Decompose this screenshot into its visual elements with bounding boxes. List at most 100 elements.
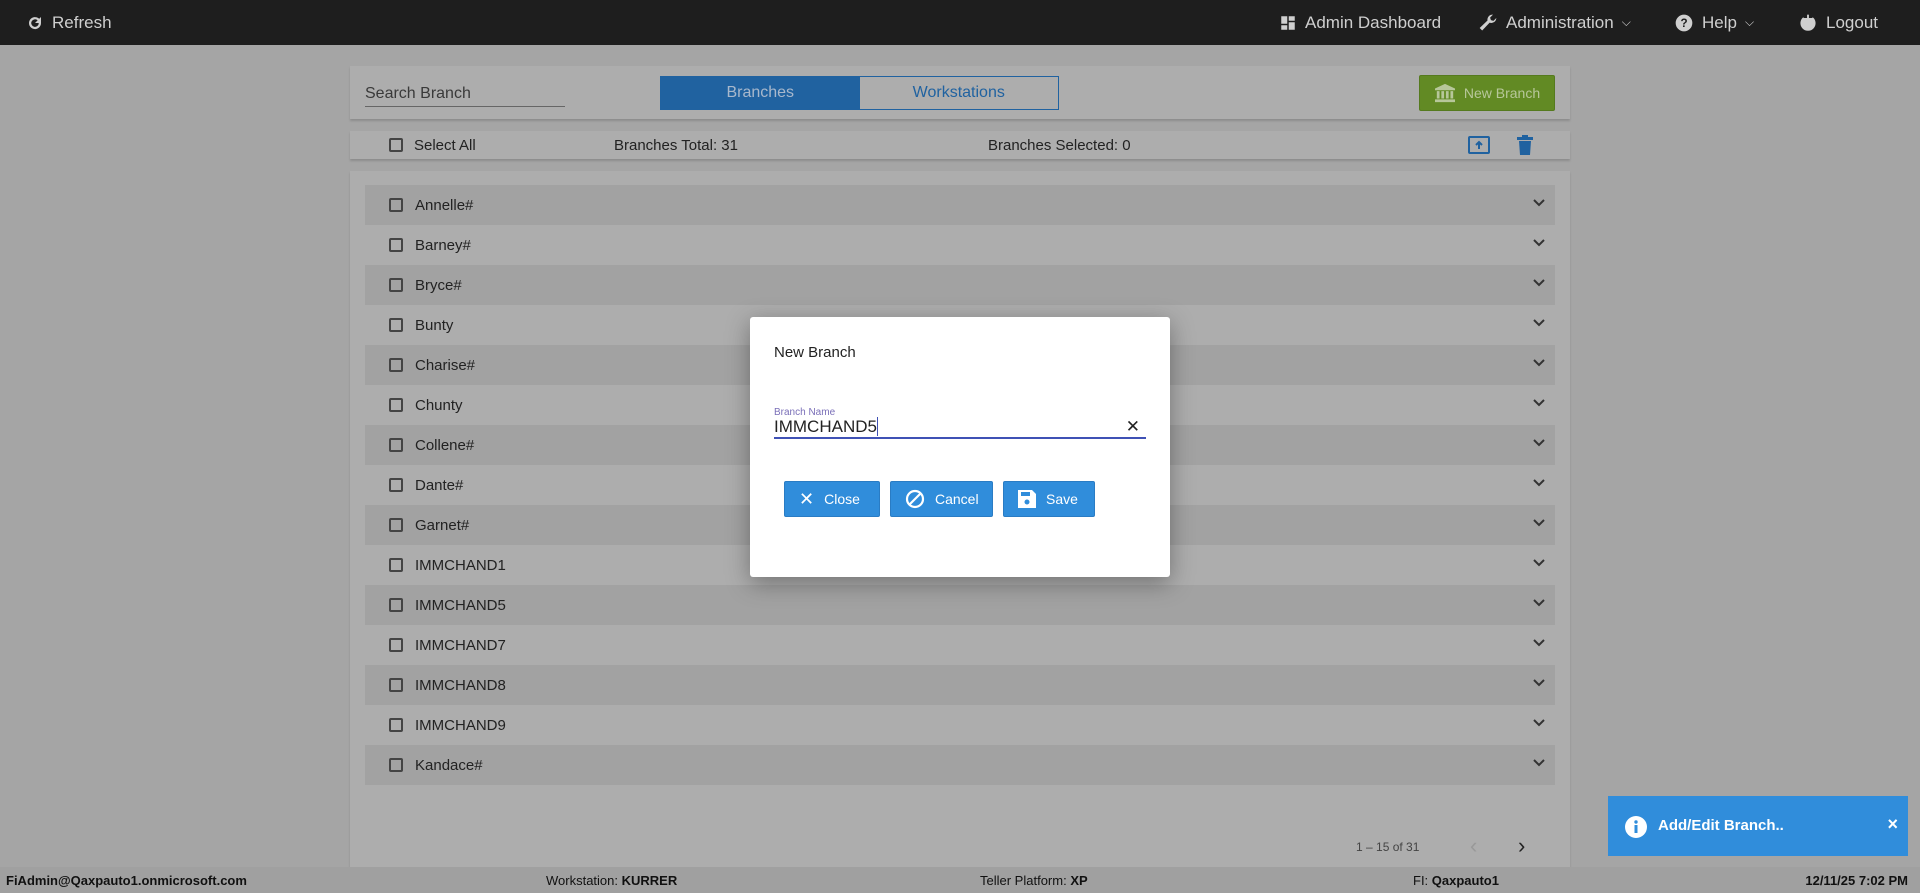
toast-message: Add/Edit Branch.. (1658, 817, 1784, 834)
chevron-down-icon[interactable] (1533, 639, 1545, 647)
next-page-icon[interactable]: › (1518, 833, 1525, 859)
status-footer: FiAdmin@Qaxpauto1.onmicrosoft.com Workst… (0, 867, 1920, 893)
select-all-checkbox[interactable] (389, 138, 403, 152)
help-icon: ? (1675, 14, 1693, 31)
tab-branches[interactable]: Branches (661, 77, 860, 109)
chevron-down-icon[interactable] (1533, 199, 1545, 207)
branch-checkbox[interactable] (389, 518, 403, 532)
workstation-value: KURRER (621, 873, 678, 888)
branch-checkbox[interactable] (389, 198, 403, 212)
branch-name: IMMCHAND8 (415, 676, 506, 694)
branch-name: IMMCHAND9 (415, 716, 506, 734)
branch-name: Garnet# (415, 516, 470, 534)
branch-row[interactable]: Kandace# (365, 745, 1555, 785)
branch-checkbox[interactable] (389, 438, 403, 452)
selection-bar: Select All Branches Total: 31 Branches S… (350, 131, 1570, 159)
branch-checkbox[interactable] (389, 318, 403, 332)
close-label: Close (824, 491, 860, 507)
branch-row[interactable]: IMMCHAND9 (365, 705, 1555, 745)
toast-close-button[interactable]: × (1887, 814, 1898, 835)
workstation-label: Workstation: (546, 873, 622, 888)
info-icon (1625, 816, 1647, 838)
help-menu[interactable]: ? Help ⌵ (1674, 0, 1754, 45)
tab-workstations[interactable]: Workstations (860, 77, 1059, 109)
branch-checkbox[interactable] (389, 358, 403, 372)
top-nav-bar: Refresh Admin Dashboard Administration ⌵… (0, 0, 1920, 45)
branch-checkbox[interactable] (389, 678, 403, 692)
clear-input-icon[interactable]: ✕ (1126, 417, 1140, 437)
refresh-label: Refresh (52, 12, 112, 32)
chevron-down-icon[interactable] (1533, 559, 1545, 567)
cancel-button[interactable]: Cancel (890, 481, 993, 517)
chevron-down-icon[interactable] (1533, 599, 1545, 607)
branch-row[interactable]: Annelle# (365, 185, 1555, 225)
branch-name: Chunty (415, 396, 463, 414)
footer-datetime: 12/11/25 7:02 PM (1805, 873, 1908, 888)
save-button[interactable]: Save (1003, 481, 1095, 517)
chevron-down-icon[interactable] (1533, 319, 1545, 327)
administration-menu[interactable]: Administration ⌵ (1478, 0, 1631, 45)
close-button[interactable]: ✕ Close (784, 481, 880, 517)
search-branch-input[interactable] (365, 81, 565, 107)
branch-name: IMMCHAND1 (415, 556, 506, 574)
branch-checkbox[interactable] (389, 638, 403, 652)
toast-notification: Add/Edit Branch.. × (1608, 796, 1908, 856)
close-icon: ✕ (799, 488, 815, 509)
fi-label: FI: (1413, 873, 1432, 888)
branch-checkbox[interactable] (389, 718, 403, 732)
logout-button[interactable]: Logout (1798, 0, 1878, 45)
refresh-button[interactable]: Refresh (26, 0, 112, 45)
branch-checkbox[interactable] (389, 758, 403, 772)
toolbar-card: Branches Workstations New Branch (350, 66, 1570, 119)
branch-name: Annelle# (415, 196, 474, 214)
chevron-down-icon[interactable] (1533, 239, 1545, 247)
chevron-down-icon[interactable] (1533, 359, 1545, 367)
branch-row[interactable]: IMMCHAND7 (365, 625, 1555, 665)
branch-checkbox[interactable] (389, 598, 403, 612)
chevron-down-icon[interactable] (1533, 479, 1545, 487)
branch-row[interactable]: IMMCHAND5 (365, 585, 1555, 625)
chevron-down-icon[interactable] (1533, 519, 1545, 527)
branch-name: Collene# (415, 436, 475, 454)
branch-row[interactable]: Barney# (365, 225, 1555, 265)
branch-name: IMMCHAND5 (415, 596, 506, 614)
new-branch-label: New Branch (1463, 85, 1541, 101)
chevron-down-icon[interactable] (1533, 399, 1545, 407)
branch-name: Bryce# (415, 276, 462, 294)
branches-selected: Branches Selected: 0 (988, 137, 1131, 154)
chevron-down-icon[interactable] (1533, 679, 1545, 687)
pagination-range: 1 – 15 of 31 (1356, 840, 1420, 854)
upload-icon[interactable] (1468, 136, 1490, 154)
ban-icon (905, 489, 925, 509)
admin-dashboard-link[interactable]: Admin Dashboard (1279, 0, 1441, 45)
branch-name: Dante# (415, 476, 464, 494)
branch-checkbox[interactable] (389, 478, 403, 492)
prev-page-icon[interactable]: ‹ (1470, 833, 1477, 859)
bank-icon (1434, 83, 1455, 103)
administration-label: Administration (1506, 12, 1614, 32)
branch-row[interactable]: Bryce# (365, 265, 1555, 305)
branch-checkbox[interactable] (389, 238, 403, 252)
branch-name: Kandace# (415, 756, 483, 774)
chevron-down-icon[interactable] (1533, 719, 1545, 727)
branches-total: Branches Total: 31 (614, 137, 738, 154)
new-branch-button[interactable]: New Branch (1419, 75, 1555, 111)
branch-row[interactable]: IMMCHAND8 (365, 665, 1555, 705)
dashboard-icon (1281, 15, 1295, 30)
help-label: Help (1702, 12, 1737, 32)
branch-name-value: IMMCHAND5 (774, 417, 878, 436)
branch-checkbox[interactable] (389, 398, 403, 412)
chevron-down-icon[interactable] (1533, 279, 1545, 287)
chevron-down-icon: ⌵ (1621, 15, 1631, 29)
branch-name: Bunty (415, 316, 454, 334)
svg-text:?: ? (1680, 17, 1687, 30)
chevron-down-icon[interactable] (1533, 759, 1545, 767)
chevron-down-icon[interactable] (1533, 439, 1545, 447)
branch-name: Charise# (415, 356, 476, 374)
branch-checkbox[interactable] (389, 278, 403, 292)
new-branch-dialog: New Branch Branch Name IMMCHAND5 ✕ ✕ Clo… (750, 317, 1170, 577)
branch-name-input[interactable]: IMMCHAND5 ✕ (774, 417, 1146, 439)
floppy-disk-icon (1018, 490, 1036, 508)
branch-checkbox[interactable] (389, 558, 403, 572)
trash-icon[interactable] (1517, 135, 1533, 155)
